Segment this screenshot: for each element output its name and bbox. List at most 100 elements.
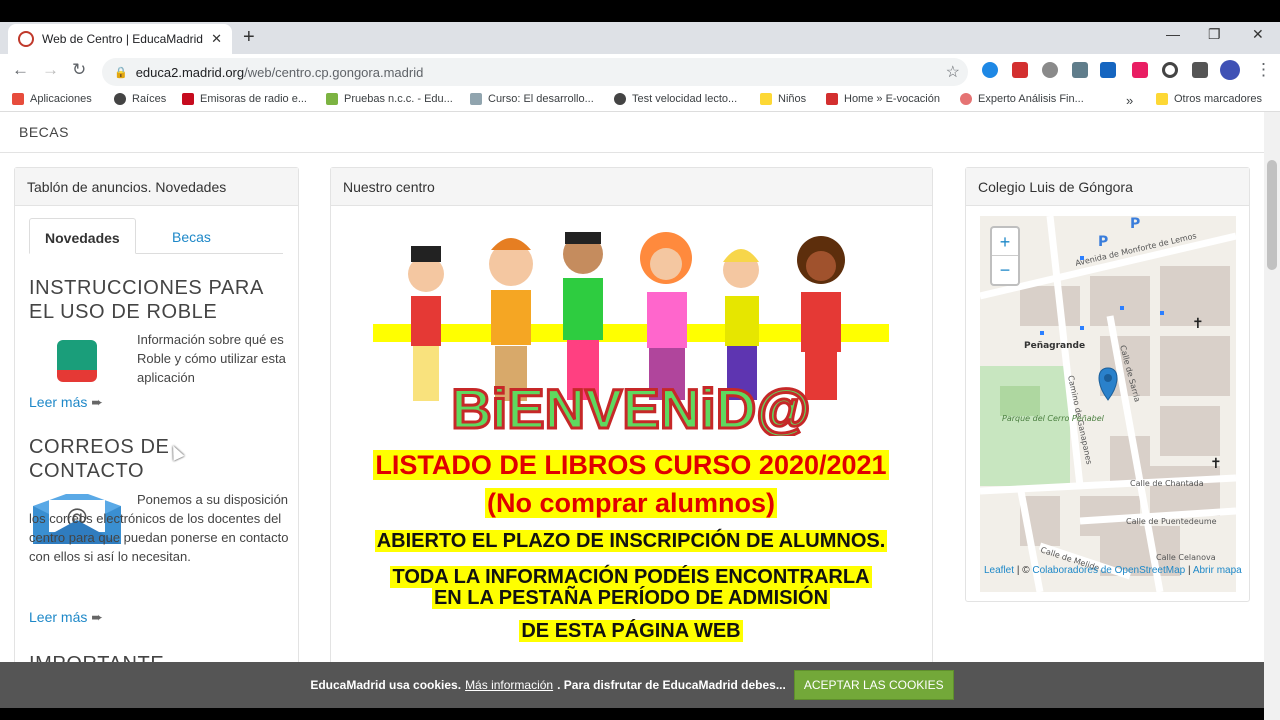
leaflet-link[interactable]: Leaflet bbox=[984, 565, 1014, 576]
cookie-text-2: . Para disfrutar de EducaMadrid debes... bbox=[557, 678, 786, 692]
children-illustration: BiENVENiD@ bbox=[373, 232, 889, 442]
arrow-right-icon: ➨ bbox=[91, 394, 103, 410]
news-panel-title: Tablón de anuncios. Novedades bbox=[15, 168, 298, 206]
school-map[interactable]: Avenida de Monforte de Lemos Peñagrande … bbox=[980, 216, 1236, 592]
bookmarks-overflow[interactable]: » bbox=[1126, 93, 1133, 108]
bookmark-star-icon[interactable]: ☆ bbox=[946, 62, 960, 82]
roble-logo bbox=[57, 340, 97, 382]
info-text: TODA LA INFORMACIÓN PODÉIS ENCONTRARLA bbox=[390, 566, 872, 588]
drive-extension-icon[interactable] bbox=[1042, 62, 1058, 78]
parking-icon: P bbox=[1098, 234, 1108, 250]
menu-dots-icon[interactable]: ⋮ bbox=[1255, 60, 1272, 80]
apps-grid-icon bbox=[12, 93, 24, 105]
bookmark-label: Otros marcadores bbox=[1174, 93, 1263, 105]
news-item-title[interactable]: INSTRUCCIONES PARA EL USO DE ROBLE bbox=[29, 276, 289, 324]
flag-icon bbox=[182, 93, 194, 105]
tab-novedades[interactable]: Novedades bbox=[29, 218, 136, 254]
church-icon: ✝ bbox=[1192, 315, 1204, 331]
tab-close-icon[interactable]: ✕ bbox=[211, 31, 222, 47]
screen-bottom-bar bbox=[0, 708, 1264, 720]
tab-strip: Web de Centro | EducaMadrid ✕ + — ❐ ✕ bbox=[0, 22, 1280, 54]
bookmark-label: Home » E-vocación bbox=[844, 93, 940, 105]
other-bookmarks[interactable]: Otros marcadores bbox=[1156, 93, 1262, 105]
back-icon[interactable]: ← bbox=[12, 60, 29, 80]
map-panel: Colegio Luis de Góngora Avenida de Monfo… bbox=[965, 167, 1250, 602]
attribution-separator: | © bbox=[1016, 565, 1030, 576]
bookmarks-bar: Aplicaciones Raíces Emisoras de radio e.… bbox=[0, 88, 1280, 112]
bookmark-apps[interactable]: Aplicaciones bbox=[12, 93, 92, 105]
news-tabs: Novedades Becas bbox=[29, 218, 283, 254]
bookmark-experto[interactable]: Experto Análisis Fin... bbox=[960, 93, 1084, 105]
bookmark-raices[interactable]: Raíces bbox=[114, 93, 166, 105]
minimize-icon[interactable]: — bbox=[1166, 26, 1180, 42]
folder-icon bbox=[760, 93, 772, 105]
enrollment-open: ABIERTO EL PLAZO DE INSCRIPCIÓN DE ALUMN… bbox=[331, 530, 931, 553]
circle-extension-icon[interactable] bbox=[1162, 62, 1178, 78]
bookmark-ninos[interactable]: Niños bbox=[760, 93, 806, 105]
pdf-extension-icon[interactable] bbox=[1012, 62, 1028, 78]
admission-tab-line: EN LA PESTAÑA PERÍODO DE ADMISIÓN bbox=[331, 587, 931, 610]
skype-extension-icon[interactable] bbox=[982, 62, 998, 78]
church-icon: ✝ bbox=[1210, 455, 1222, 471]
tab-becas[interactable]: Becas bbox=[157, 218, 226, 254]
url-host: educa2.madrid.org bbox=[135, 64, 245, 80]
news-panel: Tablón de anuncios. Novedades Novedades … bbox=[14, 167, 299, 720]
read-more-link[interactable]: Leer más ➨ bbox=[29, 394, 103, 411]
zoom-in-button[interactable]: + bbox=[992, 228, 1018, 256]
read-more-label: Leer más bbox=[29, 394, 88, 410]
read-more-link[interactable]: Leer más ➨ bbox=[29, 609, 103, 626]
news-item-title[interactable]: CORREOS DE CONTACTO bbox=[29, 435, 289, 483]
map-label: Calle de Puentedeume bbox=[1126, 517, 1217, 526]
reload-icon[interactable]: ↻ bbox=[72, 60, 86, 80]
accept-cookies-button[interactable]: ACEPTAR LAS COOKIES bbox=[793, 670, 954, 700]
new-extension-icon[interactable] bbox=[1100, 62, 1116, 78]
map-attribution: Leaflet | © Colaboradores de OpenStreetM… bbox=[984, 565, 1242, 576]
no-buy-note: (No comprar alumnos) bbox=[331, 488, 931, 519]
browser-toolbar: ← → ↻ 🔒 educa2.madrid.org/web/centro.cp.… bbox=[0, 54, 1280, 88]
bookmark-curso[interactable]: Curso: El desarrollo... bbox=[470, 93, 594, 105]
osm-link[interactable]: Colaboradores de OpenStreetMap bbox=[1032, 565, 1185, 576]
screen-extension-icon[interactable] bbox=[1072, 62, 1088, 78]
new-tab-icon[interactable]: + bbox=[243, 26, 255, 49]
screen-top-bar bbox=[0, 0, 1280, 22]
bookmark-label: Aplicaciones bbox=[30, 93, 92, 105]
map-label: Calle de Chantada bbox=[1130, 479, 1204, 488]
open-map-link[interactable]: Abrir mapa bbox=[1193, 565, 1242, 576]
bookmark-label: Experto Análisis Fin... bbox=[978, 93, 1084, 105]
site-favicon-icon bbox=[18, 31, 34, 47]
browser-tab[interactable]: Web de Centro | EducaMadrid ✕ bbox=[8, 24, 232, 54]
profile-avatar[interactable] bbox=[1220, 60, 1240, 80]
forward-icon[interactable]: → bbox=[42, 60, 59, 80]
bookmark-label: Emisoras de radio e... bbox=[200, 93, 307, 105]
books-list-link[interactable]: LISTADO DE LIBROS CURSO 2020/2021 bbox=[331, 450, 931, 481]
bookmark-evocacion[interactable]: Home » E-vocación bbox=[826, 93, 940, 105]
cookie-more-info-link[interactable]: Más información bbox=[465, 678, 553, 692]
color-extension-icon[interactable] bbox=[1132, 62, 1148, 78]
puzzle-extension-icon[interactable] bbox=[1192, 62, 1208, 78]
divider bbox=[0, 152, 1264, 153]
page-icon bbox=[470, 93, 482, 105]
books-list-text: LISTADO DE LIBROS CURSO 2020/2021 bbox=[373, 450, 889, 480]
no-buy-text: (No comprar alumnos) bbox=[484, 488, 778, 518]
webpage-text: DE ESTA PÁGINA WEB bbox=[519, 620, 743, 642]
flower-icon bbox=[960, 93, 972, 105]
address-bar[interactable]: 🔒 educa2.madrid.org/web/centro.cp.gongor… bbox=[102, 58, 968, 86]
bookmark-emisoras[interactable]: Emisoras de radio e... bbox=[182, 93, 307, 105]
window-close-icon[interactable]: ✕ bbox=[1252, 26, 1264, 43]
info-line: TODA LA INFORMACIÓN PODÉIS ENCONTRARLA bbox=[331, 566, 931, 589]
bookmark-label: Test velocidad lecto... bbox=[632, 93, 738, 105]
image-icon bbox=[326, 93, 338, 105]
restore-icon[interactable]: ❐ bbox=[1208, 26, 1221, 43]
bookmark-test[interactable]: Test velocidad lecto... bbox=[614, 93, 737, 105]
page-scrollbar[interactable] bbox=[1264, 112, 1280, 720]
lock-icon: 🔒 bbox=[114, 66, 128, 79]
map-panel-title: Colegio Luis de Góngora bbox=[966, 168, 1249, 206]
bookmark-label: Niños bbox=[778, 93, 807, 105]
scrollbar-thumb[interactable] bbox=[1267, 160, 1277, 270]
cookie-banner: EducaMadrid usa cookies. Más información… bbox=[0, 662, 1264, 708]
bookmark-pruebas[interactable]: Pruebas n.c.c. - Edu... bbox=[326, 93, 453, 105]
menu-item-becas[interactable]: BECAS bbox=[19, 124, 69, 140]
center-panel: Nuestro centro BiENVENiD@ LISTADO DE LIB… bbox=[330, 167, 933, 720]
zoom-out-button[interactable]: − bbox=[992, 256, 1018, 284]
enrollment-text: ABIERTO EL PLAZO DE INSCRIPCIÓN DE ALUMN… bbox=[374, 530, 888, 552]
